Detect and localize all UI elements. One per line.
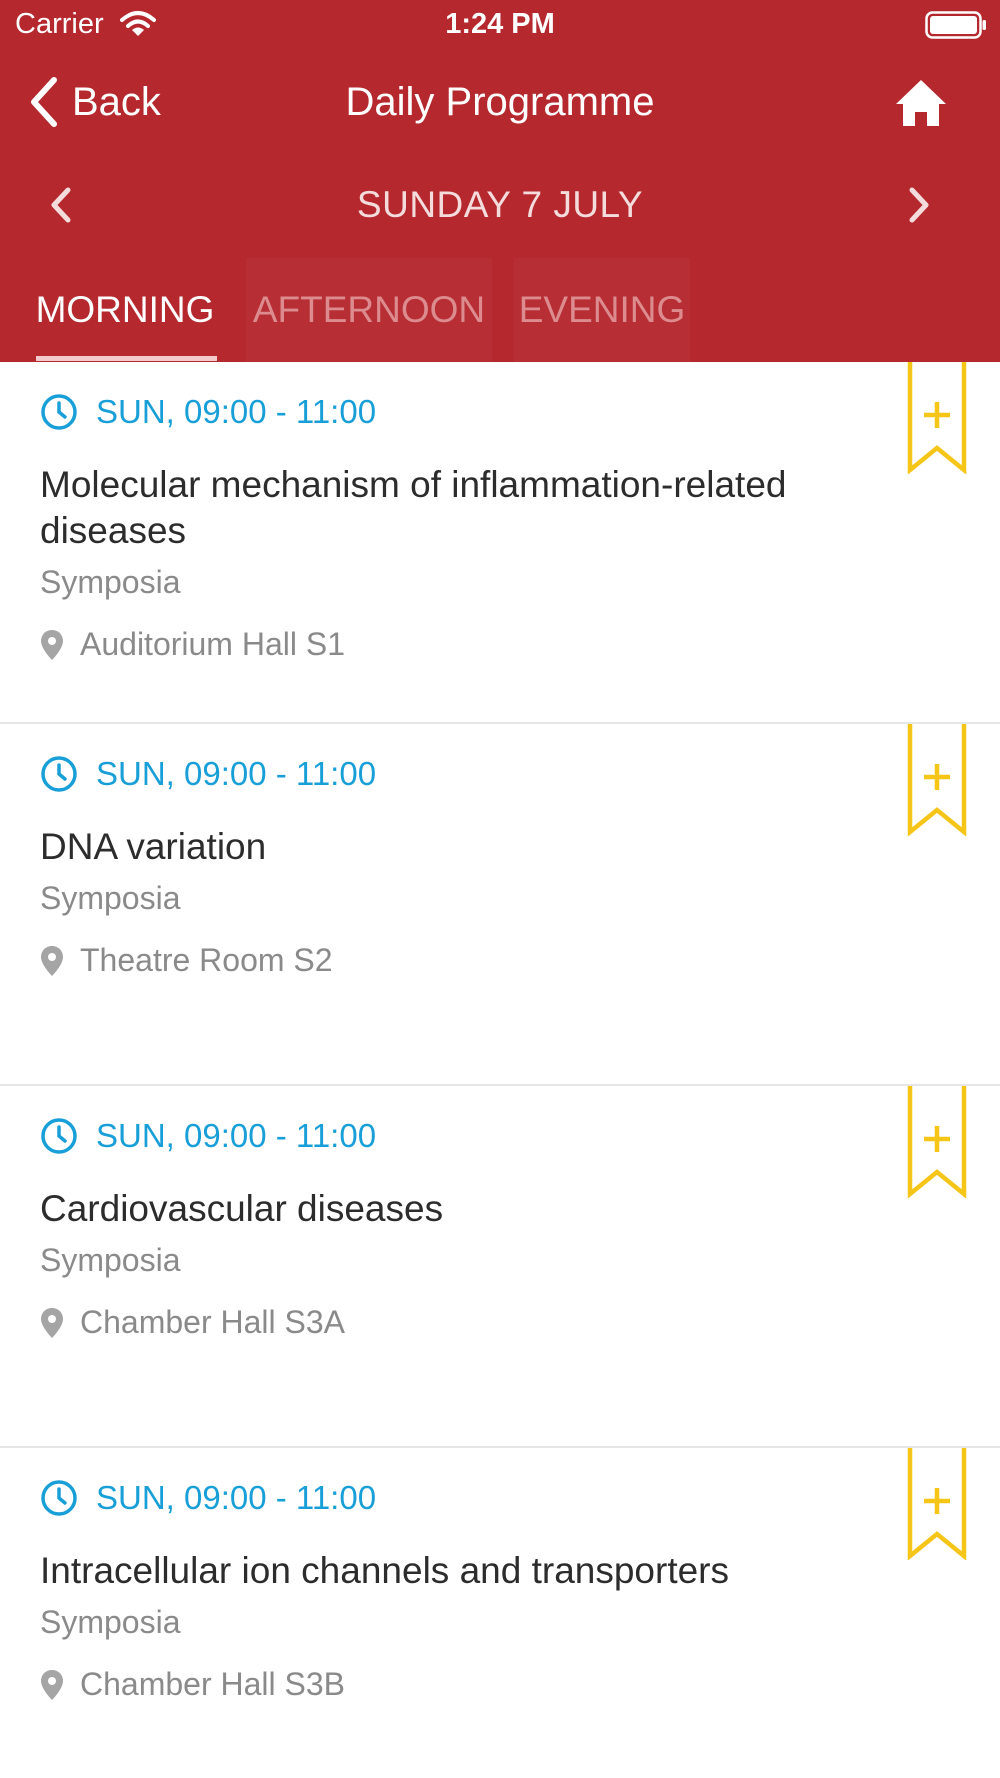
session-time-row: SUN, 09:00 - 11:00 [40,390,376,434]
session-location-row: Theatre Room S2 [40,942,333,979]
add-bookmark-icon[interactable] [907,1086,967,1198]
session-location: Chamber Hall S3B [80,1666,345,1702]
location-pin-icon [41,629,63,660]
session-title: DNA variation [40,826,267,867]
session-location-row: Auditorium Hall S1 [40,626,345,663]
session-type: Symposia [40,564,181,600]
session-time-row: SUN, 09:00 - 11:00 [40,752,376,796]
location-pin-icon [41,1307,63,1338]
tab-evening[interactable]: EVENING [514,258,690,362]
clock-icon [41,1480,77,1516]
status-bar: Carrier 1:24 PM [0,0,1000,50]
session-time: SUN, 09:00 - 11:00 [96,755,377,792]
session-type: Symposia [40,880,181,916]
location-pin-icon [41,945,63,976]
add-bookmark-icon[interactable] [907,1448,967,1560]
session-title: Molecular mechanism of inflammation-rela… [40,464,787,551]
add-bookmark-icon[interactable] [907,724,967,836]
location-pin-icon [41,1669,63,1700]
session-card[interactable]: SUN, 09:00 - 11:00 Intracellular ion cha… [0,1448,1000,1778]
session-location: Chamber Hall S3A [80,1304,345,1340]
session-card[interactable]: SUN, 09:00 - 11:00 DNA variation Symposi… [0,724,1000,1086]
clock-icon [41,756,77,792]
session-title: Cardiovascular diseases [40,1188,444,1229]
home-icon[interactable] [894,78,948,128]
session-time-row: SUN, 09:00 - 11:00 [40,1114,376,1158]
session-location: Auditorium Hall S1 [80,626,345,662]
session-type: Symposia [40,1604,181,1640]
session-title: Intracellular ion channels and transport… [40,1550,729,1591]
session-time: SUN, 09:00 - 11:00 [96,393,377,430]
session-time-row: SUN, 09:00 - 11:00 [40,1476,376,1520]
session-card[interactable]: SUN, 09:00 - 11:00 Molecular mechanism o… [0,362,1000,724]
session-location: Theatre Room S2 [80,942,333,978]
session-card[interactable]: SUN, 09:00 - 11:00 Cardiovascular diseas… [0,1086,1000,1448]
session-location-row: Chamber Hall S3A [40,1304,345,1341]
tab-afternoon[interactable]: AFTERNOON [246,258,492,362]
date-navigator: SUNDAY 7 JULY [0,170,1000,240]
clock-icon [41,394,77,430]
next-day-chevron-icon[interactable] [900,184,936,226]
period-tabs: MORNING AFTERNOON EVENING [0,258,1000,362]
add-bookmark-icon[interactable] [907,362,967,474]
active-tab-indicator [36,356,217,361]
status-time: 1:24 PM [445,8,555,40]
session-time: SUN, 09:00 - 11:00 [96,1479,377,1516]
page-title: Daily Programme [345,80,655,124]
session-location-row: Chamber Hall S3B [40,1666,345,1703]
session-time: SUN, 09:00 - 11:00 [96,1117,377,1154]
battery-icon [925,11,986,39]
current-date-label: SUNDAY 7 JULY [356,184,644,225]
app-header: Carrier 1:24 PM Back Daily Programme SUN… [0,0,1000,362]
tab-morning[interactable]: MORNING [30,258,220,362]
session-type: Symposia [40,1242,181,1278]
clock-icon [41,1118,77,1154]
navigation-bar: Back Daily Programme [0,60,1000,144]
